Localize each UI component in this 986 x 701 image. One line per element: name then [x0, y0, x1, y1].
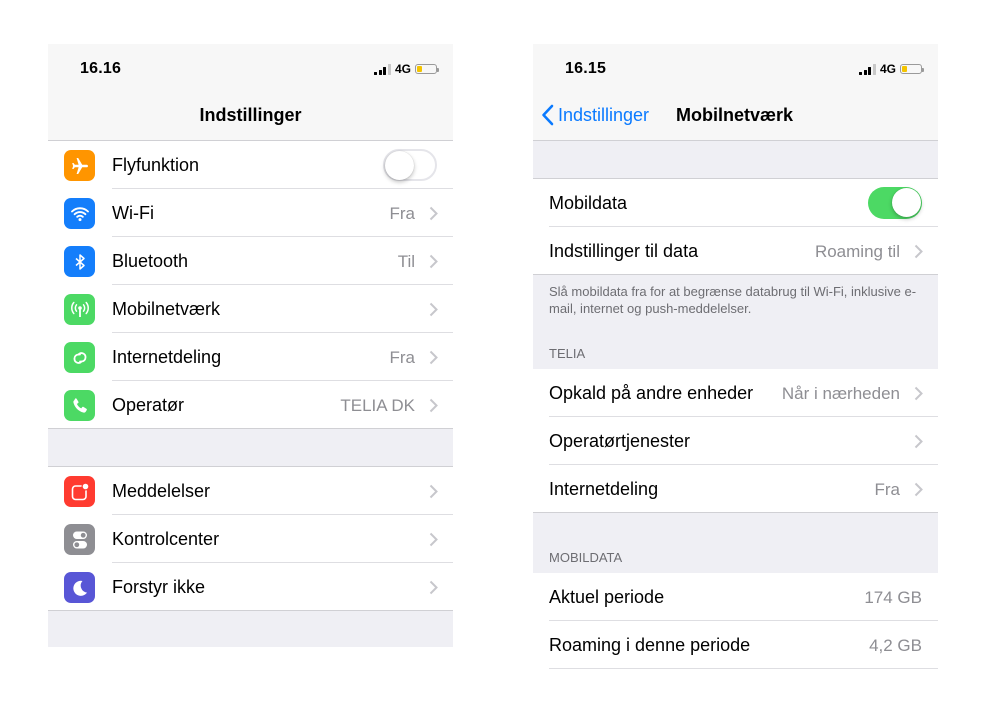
row-value: TELIA DK: [340, 396, 415, 415]
back-label: Indstillinger: [558, 104, 650, 125]
row-value: Roaming til: [814, 242, 900, 261]
row-mobildata[interactable]: Mobildata: [533, 179, 938, 227]
settings-group-connectivity: Flyfunktion Wi-Fi Fra Bluetooth Til Mobi…: [48, 141, 453, 429]
airplane-icon: [64, 150, 95, 181]
status-time: 16.16: [80, 60, 122, 77]
chevron-right-icon: [429, 580, 438, 600]
chevron-right-icon: [429, 532, 438, 552]
telia-group: Opkald på andre enheder Når i nærheden O…: [533, 369, 938, 513]
row-label: Internetdeling: [549, 479, 659, 499]
antenna-icon: [64, 294, 95, 325]
row-value: Fra: [874, 480, 901, 499]
usage-group: Aktuel periode 174 GB Roaming i denne pe…: [533, 573, 938, 669]
network-type: 4G: [394, 62, 411, 76]
bluetooth-icon: [64, 246, 95, 277]
row-bluetooth[interactable]: Bluetooth Til: [48, 237, 453, 285]
row-label: Forstyr ikke: [112, 577, 206, 597]
chevron-right-icon: [429, 350, 438, 370]
nav-bar: Indstillinger: [48, 92, 453, 141]
row-value: 174 GB: [864, 588, 922, 607]
row-operator-services[interactable]: Operatørtjenester: [533, 417, 938, 465]
row-meddelelser[interactable]: Meddelelser: [48, 467, 453, 515]
page-title: Mobilnetværk: [676, 105, 794, 125]
section-gap: [533, 141, 938, 179]
chevron-right-icon: [914, 482, 923, 502]
row-internetdeling[interactable]: Internetdeling Fra: [48, 333, 453, 381]
mobile-network-screen: 16.15 4G Indstillinger Mobilnetværk Mobi…: [533, 44, 938, 674]
network-type: 4G: [879, 62, 896, 76]
battery-level: [417, 66, 422, 72]
wifi-icon: [64, 198, 95, 229]
row-label: Wi-Fi: [112, 203, 154, 223]
chevron-left-icon: [542, 104, 554, 126]
row-label: Mobilnetværk: [112, 299, 221, 319]
nav-bar: Indstillinger Mobilnetværk: [533, 92, 938, 141]
section-gap: [48, 429, 453, 467]
page-title: Indstillinger: [199, 105, 302, 125]
row-calls-other-devices[interactable]: Opkald på andre enheder Når i nærheden: [533, 369, 938, 417]
status-bar: 16.15 4G: [533, 44, 938, 92]
row-wifi[interactable]: Wi-Fi Fra: [48, 189, 453, 237]
row-label: Bluetooth: [112, 251, 189, 271]
hotspot-icon: [64, 342, 95, 373]
row-label: Operatørtjenester: [549, 431, 691, 451]
phone-icon: [64, 390, 95, 421]
row-label: Indstillinger til data: [549, 241, 699, 261]
notifications-icon: [64, 476, 95, 507]
mobile-data-footnote: Slå mobildata fra for at begrænse databr…: [533, 275, 938, 327]
row-flyfunktion[interactable]: Flyfunktion: [48, 141, 453, 189]
row-value: Fra: [389, 348, 416, 367]
battery-level: [902, 66, 907, 72]
row-label: Aktuel periode: [549, 587, 665, 607]
row-kontrolcenter[interactable]: Kontrolcenter: [48, 515, 453, 563]
row-internetdeling[interactable]: Internetdeling Fra: [533, 465, 938, 513]
control-center-icon: [64, 524, 95, 555]
chevron-right-icon: [429, 206, 438, 226]
mobile-data-group: Mobildata Indstillinger til data Roaming…: [533, 179, 938, 275]
chevron-right-icon: [914, 386, 923, 406]
mobile-data-toggle[interactable]: [868, 187, 922, 219]
chevron-right-icon: [914, 244, 923, 264]
row-label: Roaming i denne periode: [549, 635, 751, 655]
row-data-settings[interactable]: Indstillinger til data Roaming til: [533, 227, 938, 275]
row-label: Operatør: [112, 395, 185, 415]
row-value: Fra: [389, 204, 416, 223]
section-gap: [48, 611, 453, 647]
row-operator[interactable]: Operatør TELIA DK: [48, 381, 453, 429]
row-label: Internetdeling: [112, 347, 222, 367]
cellular-signal-icon: [859, 63, 876, 75]
row-label: Mobildata: [549, 193, 628, 213]
chevron-right-icon: [914, 434, 923, 454]
section-header-mobildata: MOBILDATA: [533, 513, 938, 573]
airplane-mode-toggle[interactable]: [383, 149, 437, 181]
section-header-label: MOBILDATA: [549, 550, 623, 565]
settings-screen: 16.16 4G Indstillinger Flyfunktion Wi-Fi…: [48, 44, 453, 647]
status-time: 16.15: [565, 60, 607, 77]
cellular-signal-icon: [374, 63, 391, 75]
chevron-right-icon: [429, 302, 438, 322]
battery-icon: [900, 64, 924, 74]
chevron-right-icon: [429, 398, 438, 418]
row-label: Kontrolcenter: [112, 529, 220, 549]
row-mobilnetvaerk[interactable]: Mobilnetværk: [48, 285, 453, 333]
section-header-label: TELIA: [549, 346, 586, 361]
row-value: 4,2 GB: [869, 636, 922, 655]
row-roaming-period: Roaming i denne periode 4,2 GB: [533, 621, 938, 669]
row-value: Når i nærheden: [781, 384, 900, 403]
status-bar: 16.16 4G: [48, 44, 453, 92]
row-value: Til: [397, 252, 415, 271]
row-label: Meddelelser: [112, 481, 211, 501]
row-label: Opkald på andre enheder: [549, 383, 754, 403]
row-current-period: Aktuel periode 174 GB: [533, 573, 938, 621]
row-label: Flyfunktion: [112, 155, 200, 175]
chevron-right-icon: [429, 254, 438, 274]
back-button[interactable]: Indstillinger: [541, 104, 649, 126]
section-header-telia: TELIA: [533, 323, 938, 369]
row-forstyr-ikke[interactable]: Forstyr ikke: [48, 563, 453, 611]
battery-icon: [415, 64, 439, 74]
moon-icon: [64, 572, 95, 603]
chevron-right-icon: [429, 484, 438, 504]
settings-group-system: Meddelelser Kontrolcenter Forstyr ikke: [48, 467, 453, 611]
